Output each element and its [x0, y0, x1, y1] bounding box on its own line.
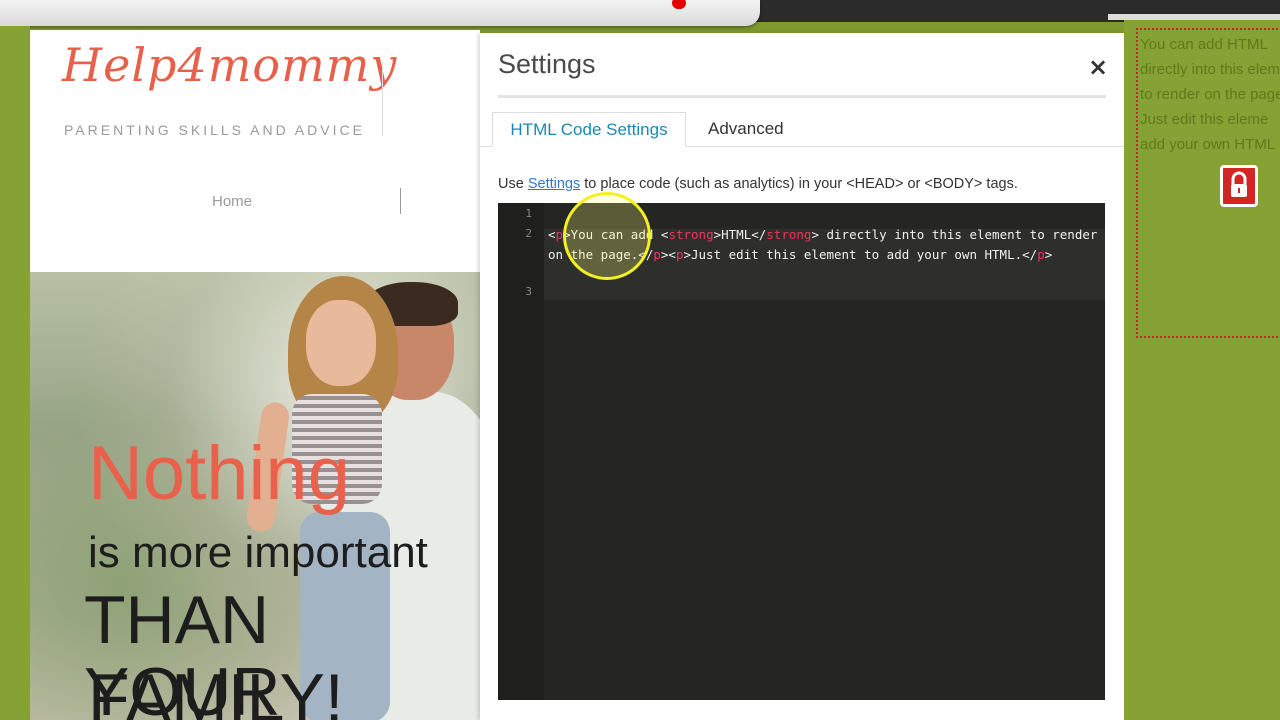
code-text: >Just edit this element to add your own …	[683, 247, 1038, 262]
close-button[interactable]: ×	[1086, 53, 1110, 81]
preview-line: directly into this eleme	[1140, 61, 1280, 78]
line-number: 2	[525, 227, 532, 240]
site-tagline: PARENTING SKILLS AND ADVICE	[64, 122, 365, 138]
dialog-title: Settings	[498, 49, 596, 79]
editor-gutter	[498, 203, 544, 700]
website-preview: Help4mommy PARENTING SKILLS AND ADVICE H…	[30, 30, 480, 720]
page-background-left	[0, 26, 30, 720]
nav-home-link[interactable]: Home	[212, 193, 252, 210]
code-text: ><	[660, 247, 676, 262]
line-number: 3	[525, 285, 532, 298]
hero-image: Nothing is more important THAN YOUR FAMI…	[30, 272, 480, 720]
preview-line: to render on the page.	[1140, 86, 1280, 103]
code-tag-name: p	[1037, 247, 1045, 262]
preview-line: Just edit this eleme	[1140, 111, 1269, 128]
site-logo[interactable]: Help4mommy	[62, 38, 397, 92]
hero-photo-girl-face	[306, 300, 376, 386]
hero-headline-line1: Nothing	[88, 431, 350, 516]
html-element-preview[interactable]: You can add HTML directly into this elem…	[1136, 28, 1280, 338]
title-divider	[498, 95, 1106, 98]
settings-intro-text: Use Settings to place code (such as anal…	[498, 176, 1018, 192]
code-text: >HTML</	[713, 227, 767, 242]
intro-prefix: Use	[498, 176, 528, 192]
recording-dot-icon	[672, 0, 686, 9]
nav-divider	[400, 188, 401, 214]
browser-tab-strip	[0, 0, 760, 26]
code-tag-name: strong	[668, 227, 714, 242]
line-number: 1	[525, 207, 532, 220]
html-element-preview-text: You can add HTML directly into this elem…	[1140, 32, 1280, 157]
code-text: >	[1044, 247, 1053, 262]
tab-advanced[interactable]: Advanced	[708, 112, 784, 147]
preview-line: add your own HTML	[1140, 136, 1276, 153]
settings-link[interactable]: Settings	[528, 176, 580, 192]
cursor-highlight	[563, 192, 651, 280]
preview-line: You can add HTML	[1140, 36, 1268, 53]
code-tag-name: p	[555, 227, 564, 242]
hero-headline-line4: FAMILY!	[88, 660, 344, 720]
lock-icon[interactable]	[1220, 165, 1258, 207]
tab-html-code-settings[interactable]: HTML Code Settings	[492, 112, 686, 147]
header-divider	[382, 62, 383, 136]
intro-suffix: to place code (such as analytics) in you…	[580, 176, 1018, 192]
code-editor[interactable]: 1 2 3 <p>You can add <strong>HTML</stron…	[498, 203, 1105, 700]
code-text: <	[548, 227, 556, 242]
settings-dialog: Settings × HTML Code Settings Advanced U…	[480, 33, 1124, 720]
code-tag-name: strong	[766, 227, 812, 242]
hero-headline-line2: is more important	[88, 528, 428, 577]
code-tag-name: p	[653, 247, 661, 262]
